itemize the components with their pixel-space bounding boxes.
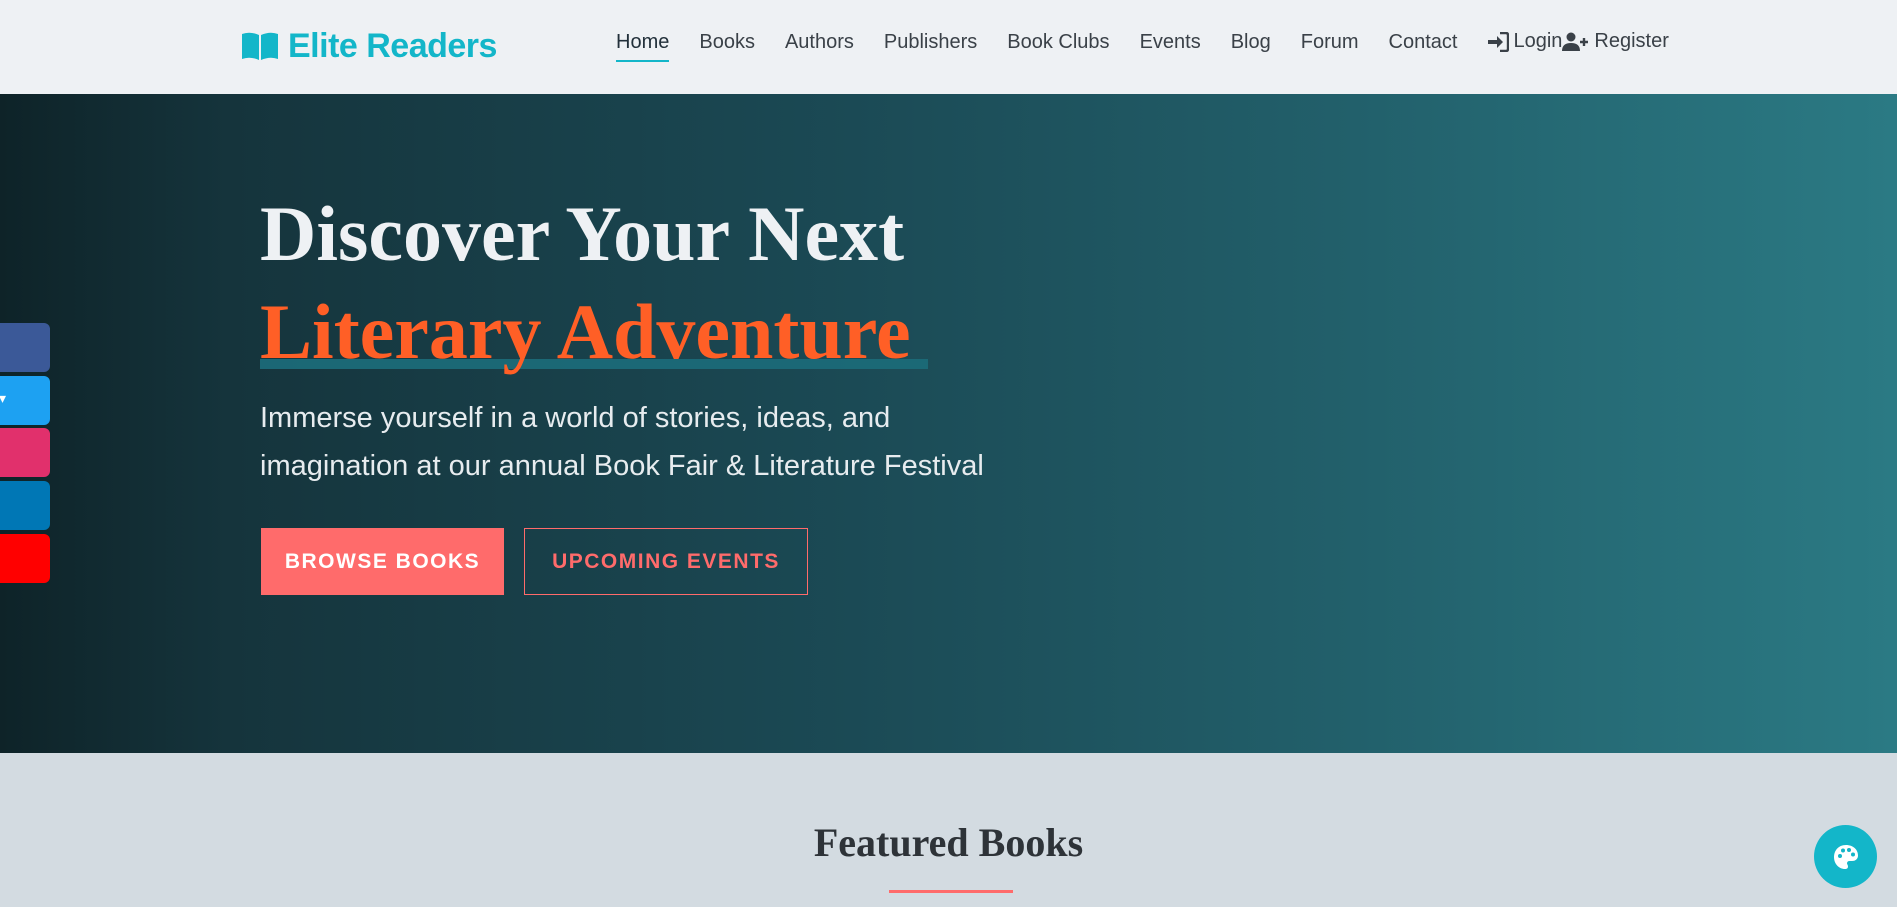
facebook-icon[interactable] <box>0 323 50 372</box>
theme-toggle-button[interactable] <box>1814 825 1877 888</box>
hero-title: Discover Your Next <box>260 190 905 277</box>
nav-authors[interactable]: Authors <box>785 30 854 62</box>
hero-subtitle: Immerse yourself in a world of stories, … <box>260 402 984 482</box>
hero-accent-title: Literary Adventure <box>260 288 911 375</box>
browse-books-button[interactable]: Browse Books <box>261 528 504 595</box>
upcoming-events-button[interactable]: Upcoming Events <box>524 528 808 595</box>
featured-title: Featured Books <box>813 820 1084 865</box>
login-label: Login <box>1513 30 1563 52</box>
nav-events[interactable]: Events <box>1140 30 1201 62</box>
nav-book-clubs[interactable]: Book Clubs <box>1007 30 1109 62</box>
register-label: Register <box>1594 30 1669 52</box>
twitter-glyph: ▾ <box>0 390 7 406</box>
hero-section: Discover Your Next Literary Adventure Im… <box>0 94 1897 753</box>
palette-icon <box>1833 844 1858 869</box>
nav-home[interactable]: Home <box>616 30 670 62</box>
nav-books[interactable]: Books <box>699 30 755 62</box>
nav-contact[interactable]: Contact <box>1389 30 1458 62</box>
user-plus-icon <box>1562 32 1589 51</box>
nav-forum[interactable]: Forum <box>1301 30 1359 62</box>
login-link[interactable]: Login <box>1487 30 1562 53</box>
nav-publishers[interactable]: Publishers <box>884 30 977 62</box>
brand-logo[interactable]: Elite Readers <box>240 26 497 66</box>
main-nav: Home Books Authors Publishers Book Clubs… <box>616 30 1669 66</box>
linkedin-icon[interactable] <box>0 481 50 530</box>
instagram-icon[interactable] <box>0 428 50 477</box>
book-open-icon <box>240 30 280 62</box>
brand-name: Elite Readers <box>288 26 497 65</box>
youtube-icon[interactable] <box>0 534 50 583</box>
sign-in-icon <box>1488 31 1510 52</box>
site-header: Elite Readers Home Books Authors Publish… <box>0 0 1897 94</box>
twitter-icon[interactable]: ▾ <box>0 376 50 425</box>
nav-blog[interactable]: Blog <box>1231 30 1271 62</box>
featured-section: Featured Books <box>0 753 1897 907</box>
register-link[interactable]: Register <box>1562 30 1669 53</box>
featured-underline <box>889 890 1013 893</box>
